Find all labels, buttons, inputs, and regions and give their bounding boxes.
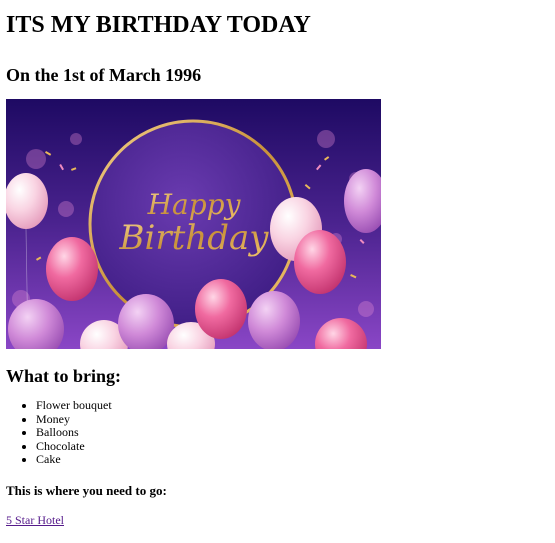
page-title: ITS MY BIRTHDAY TODAY xyxy=(6,12,311,38)
banner-text-birthday: Birthday xyxy=(119,218,270,258)
bring-list: Flower bouquet Money Balloons Chocolate … xyxy=(6,398,549,467)
list-item: Balloons xyxy=(36,425,549,440)
list-item: Chocolate xyxy=(36,439,549,454)
hotel-link[interactable]: 5 Star Hotel xyxy=(6,513,64,527)
list-item: Cake xyxy=(36,452,549,467)
location-paragraph: 5 Star Hotel xyxy=(6,513,549,527)
what-to-bring-heading: What to bring: xyxy=(6,366,122,386)
location-heading: This is where you need to go: xyxy=(6,482,167,498)
page: ITS MY BIRTHDAY TODAY On the 1st of Marc… xyxy=(0,0,555,543)
birthday-banner-image: Happy Birthday xyxy=(6,99,381,349)
list-item: Money xyxy=(36,412,549,427)
list-item: Flower bouquet xyxy=(36,398,549,413)
birthday-date: On the 1st of March 1996 xyxy=(6,65,202,85)
banner-text-happy: Happy xyxy=(147,188,242,221)
